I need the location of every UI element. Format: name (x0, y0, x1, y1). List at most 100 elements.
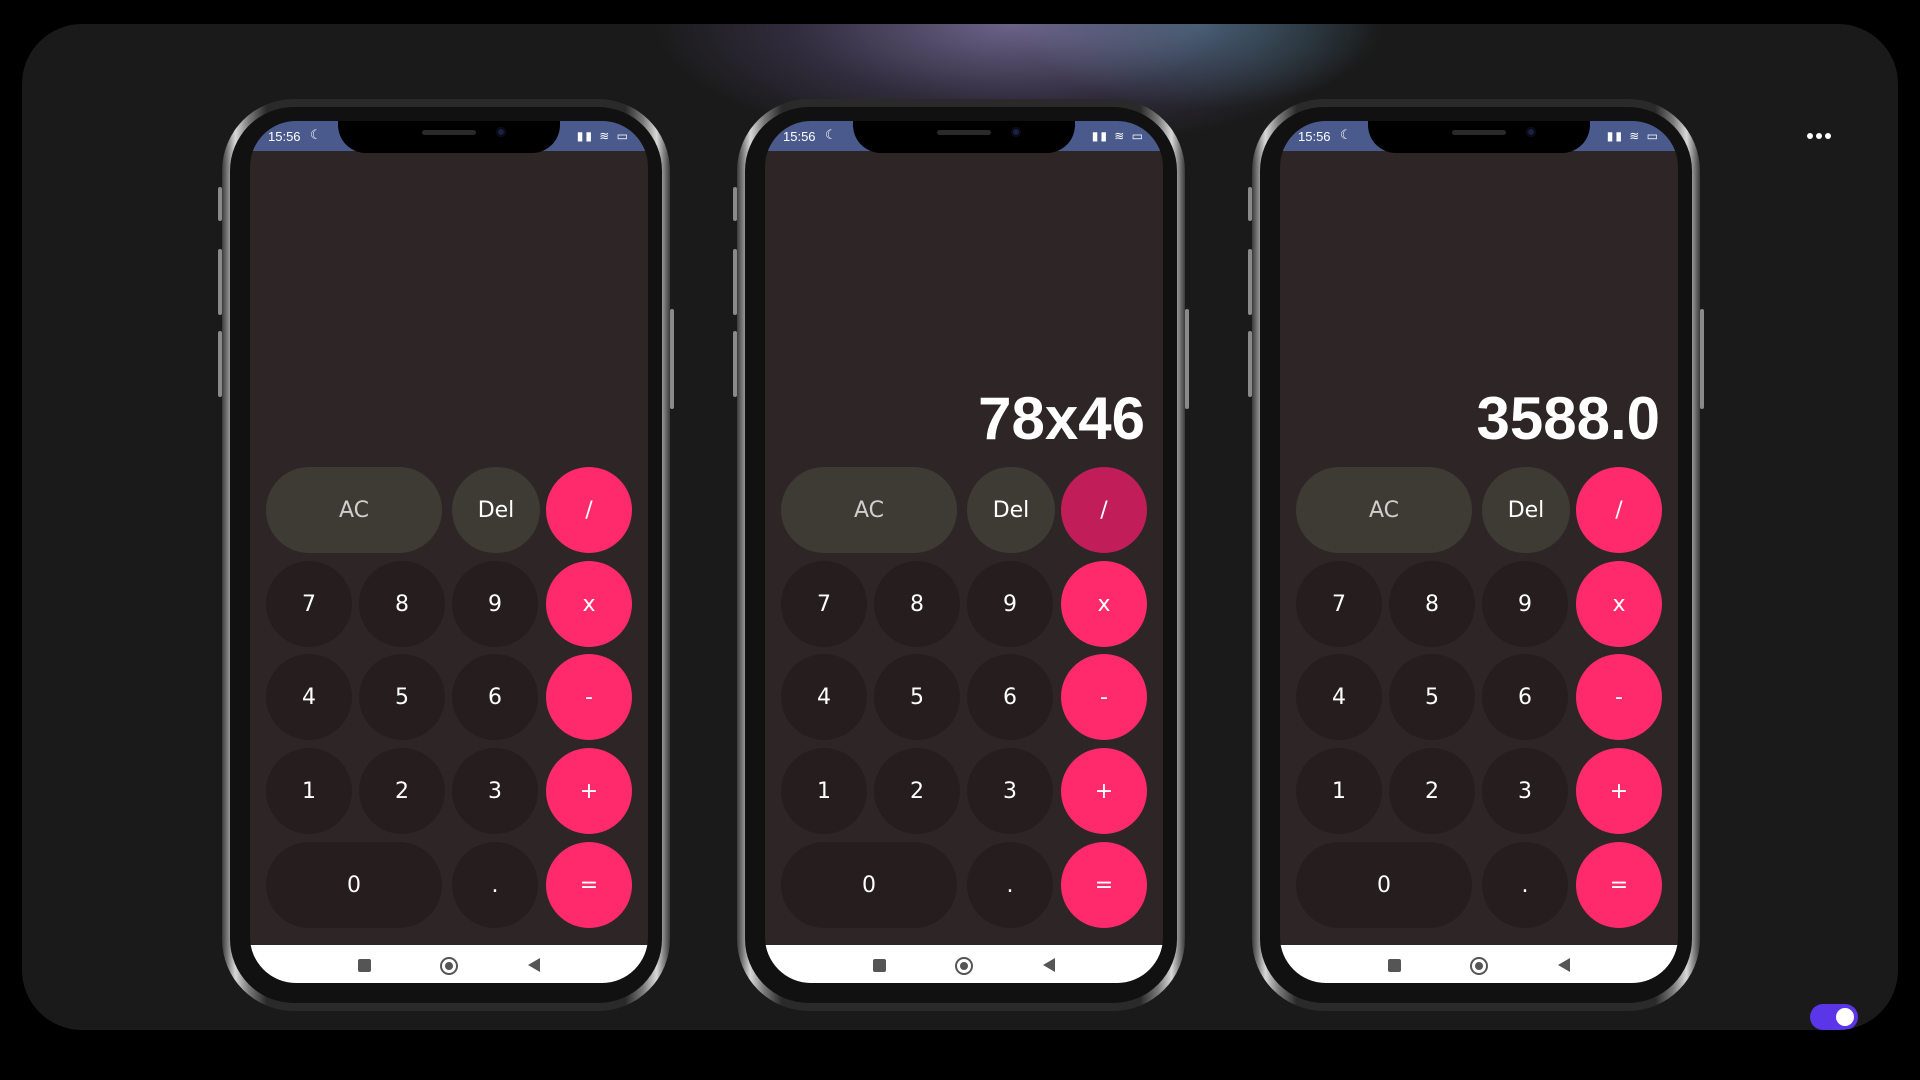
home-icon[interactable] (955, 957, 973, 975)
equals-button[interactable]: = (1061, 842, 1147, 928)
digit-7-button[interactable]: 7 (1296, 561, 1382, 647)
back-icon[interactable] (1043, 958, 1055, 972)
digit-9-button[interactable]: 9 (967, 561, 1053, 647)
speaker (422, 130, 476, 135)
camera-icon (1011, 127, 1021, 137)
plus-button[interactable]: + (1061, 748, 1147, 834)
status-time: 15:56 (783, 129, 816, 144)
multiply-button[interactable]: x (1576, 561, 1662, 647)
phone-mockup-3: 15:56 ☾ ▮▮ ≋ ▭ 3588.0 AC Del / 7 8 9 x 4… (1248, 99, 1704, 1011)
calculator-screen: 15:56 ☾ ▮▮ ≋ ▭ 78x46 AC Del / 7 8 9 x 4 … (765, 121, 1163, 983)
moon-icon: ☾ (1340, 127, 1352, 142)
minus-button[interactable]: - (546, 654, 632, 740)
digit-4-button[interactable]: 4 (266, 654, 352, 740)
home-icon[interactable] (440, 957, 458, 975)
more-options-icon[interactable] (1807, 130, 1837, 142)
digit-5-button[interactable]: 5 (874, 654, 960, 740)
digit-1-button[interactable]: 1 (1296, 748, 1382, 834)
digit-0-button[interactable]: 0 (266, 842, 442, 928)
plus-button[interactable]: + (546, 748, 632, 834)
digit-0-button[interactable]: 0 (1296, 842, 1472, 928)
status-icons: ▮▮ ≋ ▭ (1091, 129, 1145, 143)
ac-button[interactable]: AC (266, 467, 442, 553)
digit-3-button[interactable]: 3 (967, 748, 1053, 834)
multiply-button[interactable]: x (546, 561, 632, 647)
equals-button[interactable]: = (546, 842, 632, 928)
multiply-button[interactable]: x (1061, 561, 1147, 647)
calculator-screen: 15:56 ☾ ▮▮ ≋ ▭ AC Del / 7 8 9 x 4 5 6 - … (250, 121, 648, 983)
back-icon[interactable] (1558, 958, 1570, 972)
phone-mockup-2: 15:56 ☾ ▮▮ ≋ ▭ 78x46 AC Del / 7 8 9 x 4 … (733, 99, 1189, 1011)
digit-1-button[interactable]: 1 (266, 748, 352, 834)
side-button (218, 187, 222, 221)
back-icon[interactable] (528, 958, 540, 972)
status-icons: ▮▮ ≋ ▭ (1606, 129, 1660, 143)
decimal-button[interactable]: . (1482, 842, 1568, 928)
digit-5-button[interactable]: 5 (1389, 654, 1475, 740)
digit-9-button[interactable]: 9 (452, 561, 538, 647)
side-button (218, 331, 222, 397)
notch (853, 121, 1075, 153)
status-time: 15:56 (268, 129, 301, 144)
digit-0-button[interactable]: 0 (781, 842, 957, 928)
status-time: 15:56 (1298, 129, 1331, 144)
side-button (1700, 309, 1704, 409)
equals-button[interactable]: = (1576, 842, 1662, 928)
digit-3-button[interactable]: 3 (1482, 748, 1568, 834)
side-button (733, 249, 737, 315)
digit-7-button[interactable]: 7 (266, 561, 352, 647)
result-display: 78x46 (978, 385, 1145, 452)
android-nav-bar (1280, 945, 1678, 983)
side-button (670, 309, 674, 409)
del-button[interactable]: Del (452, 467, 540, 553)
speaker (937, 130, 991, 135)
divide-button[interactable]: / (1061, 467, 1147, 553)
status-icons: ▮▮ ≋ ▭ (576, 129, 630, 143)
digit-2-button[interactable]: 2 (1389, 748, 1475, 834)
digit-8-button[interactable]: 8 (1389, 561, 1475, 647)
side-button (1185, 309, 1189, 409)
digit-6-button[interactable]: 6 (967, 654, 1053, 740)
digit-7-button[interactable]: 7 (781, 561, 867, 647)
digit-8-button[interactable]: 8 (359, 561, 445, 647)
side-button (218, 249, 222, 315)
digit-6-button[interactable]: 6 (452, 654, 538, 740)
decimal-button[interactable]: . (452, 842, 538, 928)
side-button (1248, 249, 1252, 315)
digit-5-button[interactable]: 5 (359, 654, 445, 740)
digit-6-button[interactable]: 6 (1482, 654, 1568, 740)
ac-button[interactable]: AC (1296, 467, 1472, 553)
calculator-screen: 15:56 ☾ ▮▮ ≋ ▭ 3588.0 AC Del / 7 8 9 x 4… (1280, 121, 1678, 983)
home-icon[interactable] (1470, 957, 1488, 975)
toggle-knob (1836, 1008, 1854, 1026)
minus-button[interactable]: - (1576, 654, 1662, 740)
digit-8-button[interactable]: 8 (874, 561, 960, 647)
recents-icon[interactable] (1388, 959, 1401, 972)
digit-3-button[interactable]: 3 (452, 748, 538, 834)
decimal-button[interactable]: . (967, 842, 1053, 928)
android-nav-bar (250, 945, 648, 983)
recents-icon[interactable] (873, 959, 886, 972)
digit-2-button[interactable]: 2 (874, 748, 960, 834)
moon-icon: ☾ (310, 127, 322, 142)
camera-icon (496, 127, 506, 137)
digit-4-button[interactable]: 4 (1296, 654, 1382, 740)
camera-icon (1526, 127, 1536, 137)
del-button[interactable]: Del (967, 467, 1055, 553)
digit-1-button[interactable]: 1 (781, 748, 867, 834)
recents-icon[interactable] (358, 959, 371, 972)
digit-4-button[interactable]: 4 (781, 654, 867, 740)
notch (1368, 121, 1590, 153)
theme-toggle[interactable] (1810, 1004, 1858, 1030)
digit-9-button[interactable]: 9 (1482, 561, 1568, 647)
digit-2-button[interactable]: 2 (359, 748, 445, 834)
side-button (733, 187, 737, 221)
ac-button[interactable]: AC (781, 467, 957, 553)
divide-button[interactable]: / (546, 467, 632, 553)
minus-button[interactable]: - (1061, 654, 1147, 740)
divide-button[interactable]: / (1576, 467, 1662, 553)
notch (338, 121, 560, 153)
del-button[interactable]: Del (1482, 467, 1570, 553)
side-button (1248, 187, 1252, 221)
plus-button[interactable]: + (1576, 748, 1662, 834)
